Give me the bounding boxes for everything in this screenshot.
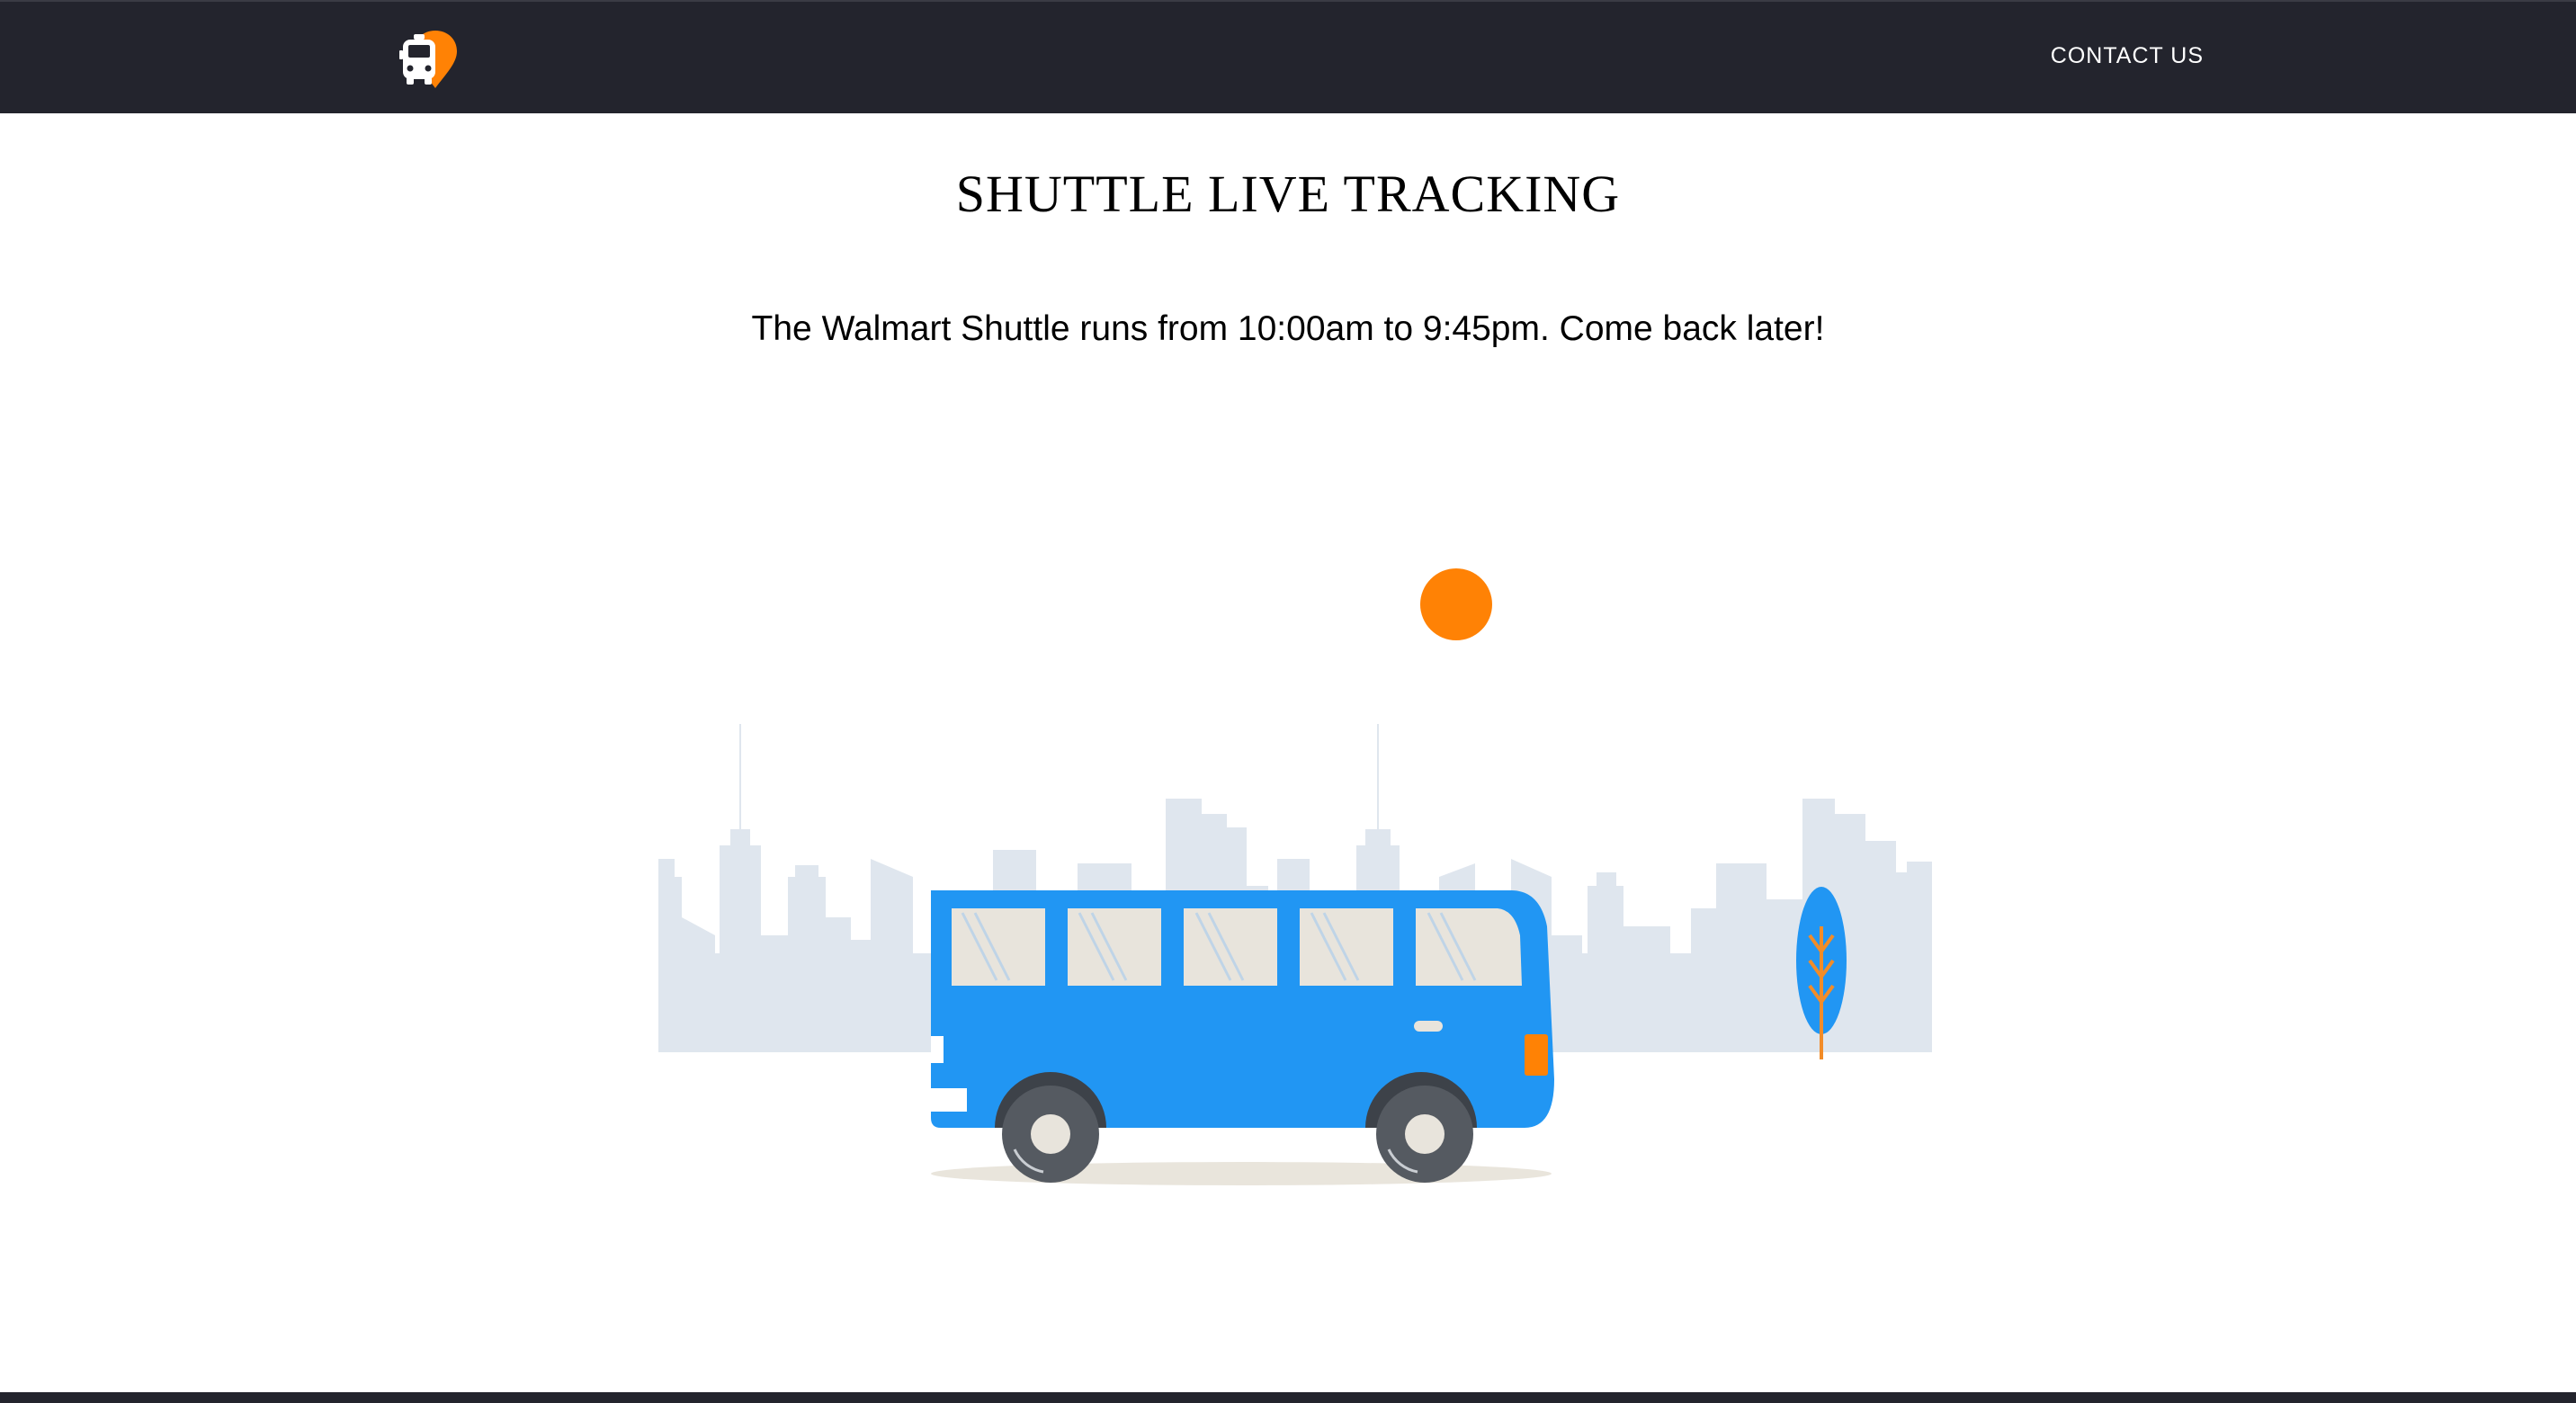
tree-icon (1796, 887, 1847, 1059)
front-wheel (1002, 1086, 1099, 1183)
service-hours-message: The Walmart Shuttle runs from 10:00am to… (751, 309, 1825, 348)
footer-bar (0, 1392, 2576, 1403)
city-skyline (658, 724, 1932, 1052)
sun-icon (1420, 568, 1492, 640)
bus-shadow (931, 1162, 1552, 1185)
top-navbar: CONTACT US (0, 0, 2576, 113)
rear-wheel (1376, 1086, 1473, 1183)
contact-us-link[interactable]: CONTACT US (2051, 43, 2204, 69)
page-title: SHUTTLE LIVE TRACKING (955, 165, 1621, 223)
shuttle-location-icon[interactable] (399, 27, 459, 90)
bus-icon (931, 890, 1554, 1183)
